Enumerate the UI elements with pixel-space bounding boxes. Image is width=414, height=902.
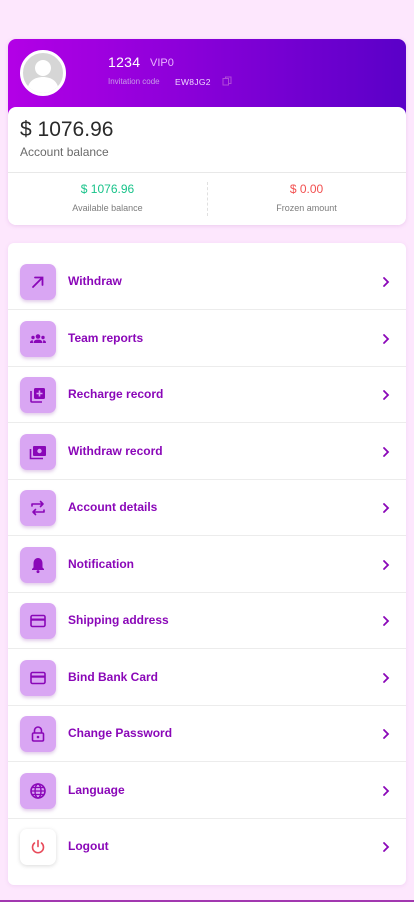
team-icon: [20, 321, 56, 357]
vip-badge: VIP0: [150, 57, 174, 69]
menu-item-label: Recharge record: [68, 387, 164, 401]
avatar[interactable]: [20, 50, 66, 96]
chevron-right-icon: [383, 277, 390, 287]
menu-item-label: Team reports: [68, 331, 144, 345]
menu-item-label: Logout: [68, 839, 109, 853]
menu-item-label: Notification: [68, 557, 134, 571]
menu-item-team-reports[interactable]: Team reports: [8, 311, 406, 367]
menu-item-change-password[interactable]: Change Password: [8, 706, 406, 762]
chevron-right-icon: [383, 786, 390, 796]
balance-panel: $ 1076.96 Account balance $ 1076.96 Avai…: [8, 107, 406, 225]
chevron-right-icon: [383, 842, 390, 852]
chevron-right-icon: [383, 673, 390, 683]
menu-item-withdraw-record[interactable]: Withdraw record: [8, 424, 406, 480]
menu-item-label: Account details: [68, 500, 158, 514]
chevron-right-icon: [383, 729, 390, 739]
divider: [8, 172, 406, 173]
username: 1234: [108, 54, 141, 70]
menu-item-label: Withdraw record: [68, 444, 163, 458]
menu-item-notification[interactable]: Notification: [8, 537, 406, 593]
account-balance-value: $ 1076.96: [20, 118, 114, 141]
chevron-right-icon: [383, 503, 390, 513]
card-icon: [20, 660, 56, 696]
menu-item-label: Change Password: [68, 726, 173, 740]
invitation-code-label: Invitation code: [108, 77, 160, 86]
frozen-amount-label: Frozen amount: [276, 203, 337, 213]
menu-item-label: Withdraw: [68, 274, 122, 288]
add-box-icon: [20, 377, 56, 413]
menu-item-logout[interactable]: Logout: [8, 819, 406, 875]
menu-item-label: Shipping address: [68, 613, 169, 627]
menu-item-withdraw[interactable]: Withdraw: [8, 254, 406, 310]
swap-icon: [20, 490, 56, 526]
chevron-right-icon: [383, 616, 390, 626]
available-balance-value: $ 1076.96: [80, 182, 135, 196]
lock-icon: [20, 716, 56, 752]
chevron-right-icon: [383, 447, 390, 457]
power-icon: [20, 829, 56, 865]
frozen-amount-value: $ 0.00: [289, 182, 324, 196]
menu-item-language[interactable]: Language: [8, 763, 406, 819]
menu-item-account-details[interactable]: Account details: [8, 480, 406, 536]
profile-card: 1234 VIP0 Invitation code EW8JG2 $ 1076.…: [8, 39, 406, 225]
copy-icon[interactable]: [222, 76, 232, 86]
menu-item-shipping-address[interactable]: Shipping address: [8, 593, 406, 649]
account-balance-label: Account balance: [20, 145, 109, 159]
menu-item-bind-bank-card[interactable]: Bind Bank Card: [8, 650, 406, 706]
globe-icon: [20, 773, 56, 809]
available-balance: $ 1076.96 Available balance: [8, 182, 207, 213]
chevron-right-icon: [383, 560, 390, 570]
menu-item-label: Bind Bank Card: [68, 670, 159, 684]
menu-list: Withdraw Team reports Recharge record Wi…: [8, 243, 406, 885]
menu-item-recharge-record[interactable]: Recharge record: [8, 367, 406, 423]
chevron-right-icon: [383, 390, 390, 400]
bell-icon: [20, 547, 56, 583]
card-icon: [20, 603, 56, 639]
frozen-amount: $ 0.00 Frozen amount: [207, 182, 406, 213]
available-balance-label: Available balance: [72, 203, 143, 213]
user-silhouette-icon: [27, 60, 59, 93]
menu-item-label: Language: [68, 783, 125, 797]
cash-icon: [20, 434, 56, 470]
chevron-right-icon: [383, 334, 390, 344]
invitation-code[interactable]: EW8JG2: [175, 77, 211, 87]
arrow-up-right-icon: [20, 264, 56, 300]
